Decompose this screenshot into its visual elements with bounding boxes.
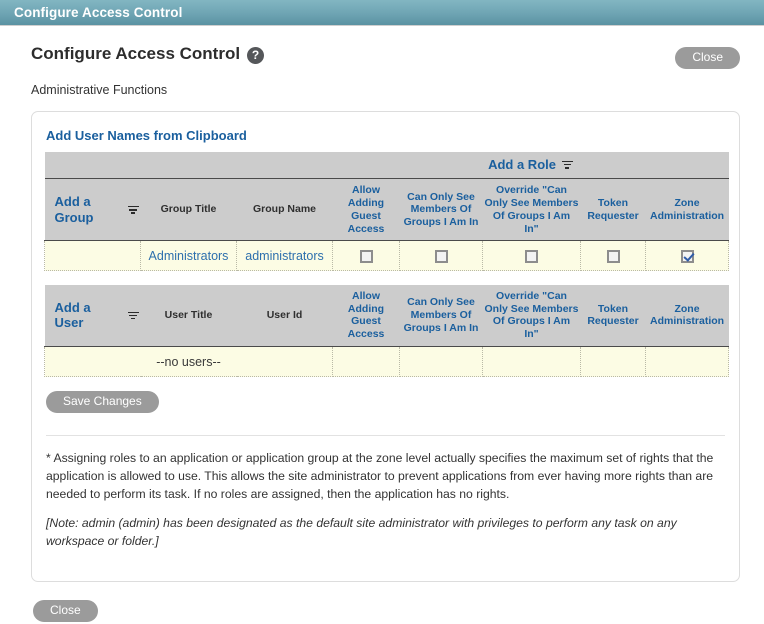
access-control-table: Add a Role Add a Group Group Title Group… (44, 152, 730, 378)
allow-adding-guest-access-checkbox[interactable] (359, 249, 373, 263)
override-can-only-see-members-checkbox[interactable] (525, 249, 538, 263)
close-button-top[interactable]: Close (675, 47, 740, 70)
user-can-only-see-cell (399, 346, 483, 378)
group-title-cell: Administrators (140, 240, 237, 272)
group-can-only-see-cell (399, 240, 483, 272)
add-a-role-row: Add a Role (44, 152, 729, 180)
no-users-cell: --no users-- (44, 346, 333, 378)
user-id-header: User Id (236, 284, 333, 348)
page-content: Configure Access Control ? Close Adminis… (0, 26, 764, 622)
add-a-user-link[interactable]: Add a User (55, 300, 139, 332)
filter-icon[interactable] (127, 205, 139, 214)
save-changes-button[interactable]: Save Changes (46, 391, 159, 414)
filter-icon[interactable] (561, 160, 573, 169)
user-token-requester-cell (580, 346, 646, 378)
no-users-label: --no users-- (156, 354, 221, 369)
group-zone-admin-cell (645, 240, 730, 272)
add-a-group-label: Add a Group (54, 193, 94, 225)
zone-administration-checkbox[interactable] (680, 249, 694, 263)
user-override-cell (482, 346, 581, 378)
add-a-group-link[interactable]: Add a Group (55, 194, 139, 226)
override-can-only-see-members-header: Override "Can Only See Members Of Groups… (482, 284, 581, 348)
allow-adding-guest-access-header: Allow Adding Guest Access (332, 284, 400, 348)
group-name-link[interactable]: administrators (245, 249, 324, 263)
page-title: Configure Access Control (31, 44, 241, 63)
add-a-role-label: Add a Role (488, 157, 556, 173)
user-header-row: Add a User User Title User Id Allow Addi… (44, 284, 729, 348)
footer: Close (33, 599, 740, 622)
page-title-group: Configure Access Control ? (24, 44, 265, 64)
roles-note-text: * Assigning roles to an application or a… (46, 451, 714, 501)
group-title-header: Group Title (140, 178, 237, 242)
group-token-requester-cell (580, 240, 646, 272)
user-zone-admin-cell (645, 346, 730, 378)
add-a-user-header: Add a User (44, 284, 141, 348)
page-subtitle: Administrative Functions (31, 83, 168, 98)
page-header: Configure Access Control ? Close (24, 26, 740, 70)
add-a-role-link[interactable]: Add a Role (488, 157, 573, 172)
group-name-cell: administrators (236, 240, 333, 272)
question-mark-icon[interactable]: ? (247, 46, 265, 64)
zone-administration-header: Zone Administration (645, 178, 729, 242)
table-row-empty: --no users-- (44, 346, 730, 378)
filter-icon[interactable] (127, 311, 139, 320)
window-title: Configure Access Control (14, 5, 183, 20)
save-area-spacer (44, 377, 727, 391)
group-row-selector-cell[interactable] (44, 240, 141, 272)
can-only-see-members-header: Can Only See Members Of Groups I Am In (399, 284, 483, 348)
user-title-header: User Title (140, 284, 237, 348)
zone-administration-header: Zone Administration (645, 284, 729, 348)
window-titlebar: Configure Access Control (0, 0, 764, 26)
role-row-spacer (44, 152, 333, 180)
table-section-spacer (45, 271, 729, 285)
group-title-link[interactable]: Administrators (149, 249, 229, 263)
allow-adding-guest-access-header: Allow Adding Guest Access (332, 178, 400, 242)
override-can-only-see-members-header: Override "Can Only See Members Of Groups… (482, 178, 581, 242)
add-a-user-label: Add a User (54, 299, 91, 331)
add-user-names-from-clipboard-link[interactable]: Add User Names from Clipboard (46, 128, 247, 143)
add-a-role-cell: Add a Role (332, 152, 729, 180)
admin-note-text: [Note: admin (admin) has been designated… (46, 516, 677, 548)
user-allow-guest-cell (332, 346, 400, 378)
close-button-bottom[interactable]: Close (33, 599, 98, 622)
section-divider (46, 435, 725, 437)
can-only-see-members-checkbox[interactable] (434, 249, 448, 263)
token-requester-header: Token Requester (580, 178, 646, 242)
can-only-see-members-header: Can Only See Members Of Groups I Am In (399, 178, 483, 242)
token-requester-checkbox[interactable] (606, 249, 620, 263)
token-requester-header: Token Requester (580, 284, 646, 348)
access-control-panel: Add User Names from Clipboard Add a Role (31, 111, 740, 582)
group-override-cell (482, 240, 581, 272)
group-header-row: Add a Group Group Title Group Name Allow… (44, 178, 729, 242)
add-a-group-header: Add a Group (44, 178, 141, 242)
group-name-header: Group Name (236, 178, 333, 242)
group-allow-guest-cell (332, 240, 400, 272)
table-row: Administrators administrators (44, 240, 730, 272)
